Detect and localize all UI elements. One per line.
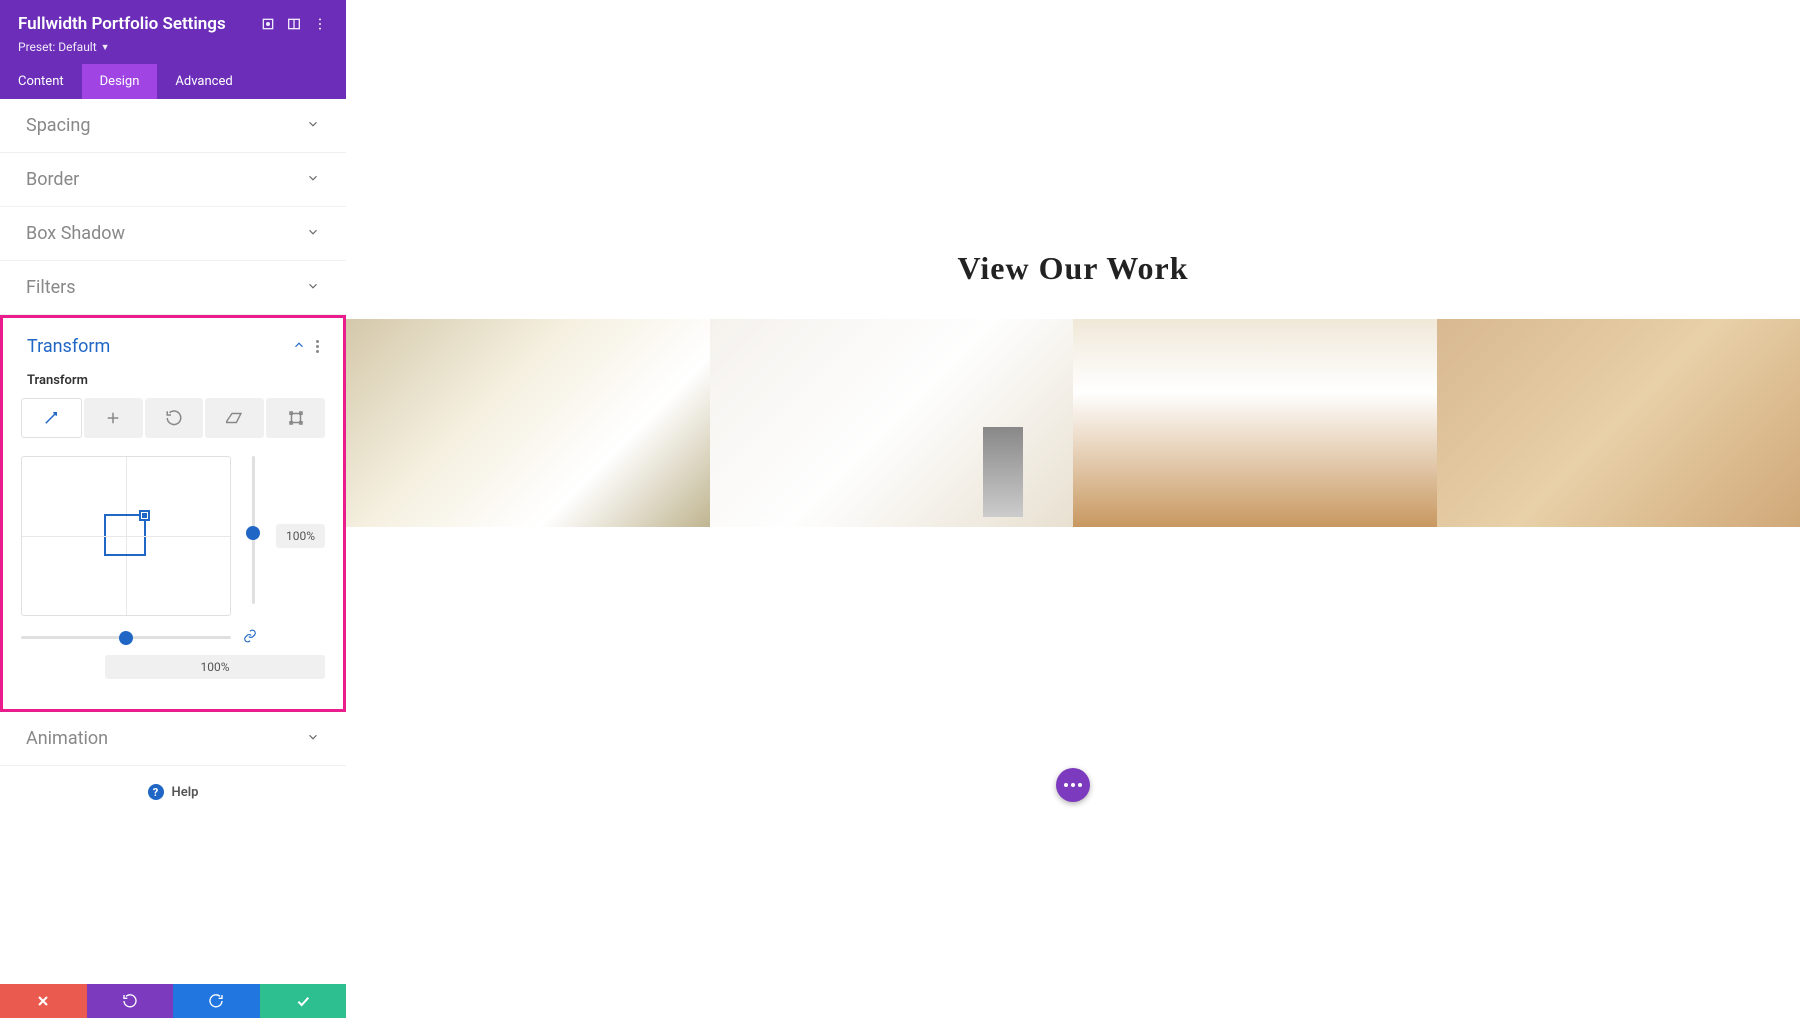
- transform-sublabel: Transform: [27, 373, 325, 388]
- sections-list: Spacing Border Box Shadow Filters Transf…: [0, 99, 346, 984]
- portfolio-item[interactable]: [710, 319, 1074, 527]
- slider-thumb[interactable]: [246, 526, 260, 540]
- chevron-up-icon[interactable]: [292, 337, 306, 356]
- transform-tool-tabs: [21, 398, 325, 438]
- undo-button[interactable]: [87, 984, 174, 1018]
- section-spacing[interactable]: Spacing: [0, 99, 346, 153]
- more-icon: [1064, 783, 1082, 787]
- tab-bar: Content Design Advanced: [0, 64, 346, 99]
- horizontal-scale-slider[interactable]: [21, 636, 231, 639]
- save-button[interactable]: [260, 984, 347, 1018]
- preset-selector[interactable]: Preset: Default ▼: [18, 40, 328, 54]
- portfolio-row: [346, 319, 1800, 527]
- settings-sidebar: Fullwidth Portfolio Settings Preset: Def…: [0, 0, 346, 1018]
- vertical-scale-slider[interactable]: [252, 456, 255, 604]
- help-icon: ?: [148, 784, 164, 800]
- columns-icon[interactable]: [286, 16, 302, 32]
- link-axes-icon[interactable]: [241, 628, 259, 647]
- section-box-shadow[interactable]: Box Shadow: [0, 207, 346, 261]
- preview-canvas: View Our Work: [346, 0, 1800, 1018]
- sidebar-header: Fullwidth Portfolio Settings Preset: Def…: [0, 0, 346, 64]
- portfolio-heading: View Our Work: [346, 250, 1800, 287]
- section-filters[interactable]: Filters: [0, 261, 346, 315]
- skew-tool[interactable]: [205, 398, 264, 438]
- section-transform: Transform Transform: [0, 315, 346, 712]
- chevron-down-icon: [306, 278, 320, 297]
- resize-handle-icon[interactable]: [139, 510, 150, 521]
- help-link[interactable]: ? Help: [0, 766, 346, 818]
- preset-label: Preset: Default: [18, 40, 97, 54]
- portfolio-item[interactable]: [346, 319, 710, 527]
- slider-thumb[interactable]: [119, 631, 133, 645]
- vertical-scale-value[interactable]: 100%: [276, 524, 325, 548]
- tab-design[interactable]: Design: [82, 64, 158, 99]
- chevron-down-icon: [306, 729, 320, 748]
- portfolio-item[interactable]: [1073, 319, 1437, 527]
- section-animation[interactable]: Animation: [0, 712, 346, 766]
- section-border[interactable]: Border: [0, 153, 346, 207]
- translate-tool[interactable]: [84, 398, 143, 438]
- horizontal-scale-value[interactable]: 100%: [105, 655, 325, 679]
- footer-actions: [0, 984, 346, 1018]
- chevron-down-icon: [306, 116, 320, 135]
- rotate-tool[interactable]: [145, 398, 204, 438]
- transform-grid[interactable]: [21, 456, 231, 616]
- panel-title: Fullwidth Portfolio Settings: [18, 14, 250, 34]
- chevron-down-icon: [306, 170, 320, 189]
- origin-tool[interactable]: [266, 398, 325, 438]
- cancel-button[interactable]: [0, 984, 87, 1018]
- chevron-down-icon: [306, 224, 320, 243]
- tab-advanced[interactable]: Advanced: [157, 64, 250, 99]
- floating-action-button[interactable]: [1056, 768, 1090, 802]
- redo-button[interactable]: [173, 984, 260, 1018]
- transform-handle[interactable]: [104, 514, 146, 556]
- scale-tool[interactable]: [21, 398, 82, 438]
- portfolio-item[interactable]: [1437, 319, 1800, 527]
- caret-down-icon: ▼: [101, 42, 110, 53]
- more-icon[interactable]: [312, 16, 328, 32]
- section-more-icon[interactable]: [316, 340, 319, 353]
- transform-title[interactable]: Transform: [27, 336, 110, 357]
- tab-content[interactable]: Content: [0, 64, 82, 99]
- responsive-icon[interactable]: [260, 16, 276, 32]
